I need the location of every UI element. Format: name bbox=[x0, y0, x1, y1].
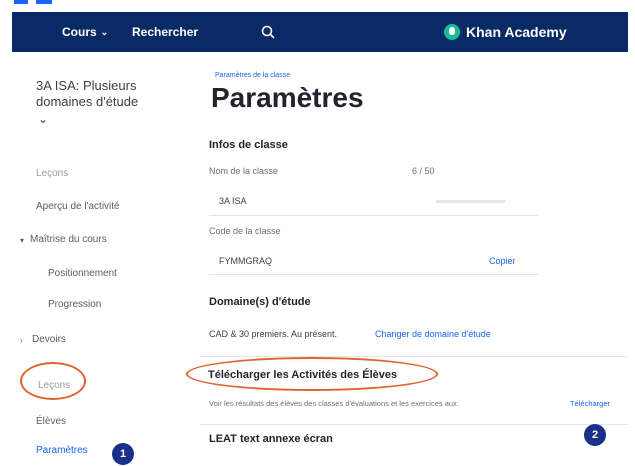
divider bbox=[200, 424, 628, 425]
copy-code-button[interactable]: Copier bbox=[489, 256, 516, 266]
class-name-counter: 6 / 50 bbox=[412, 166, 435, 176]
brand-name: Khan Academy bbox=[466, 24, 567, 40]
class-name: 3A ISA: Plusieurs domaines d'étude bbox=[36, 78, 139, 109]
sidebar-item-lessons[interactable]: Leçons bbox=[36, 168, 68, 179]
search-icon[interactable] bbox=[260, 24, 276, 40]
highlight-circle-sidebar bbox=[20, 362, 86, 400]
search-label: Rechercher bbox=[132, 25, 199, 39]
top-fragment bbox=[14, 0, 28, 4]
courses-label: Cours bbox=[62, 25, 97, 39]
sidebar-item-mastery[interactable]: Maîtrise du cours bbox=[30, 234, 107, 245]
annotation-badge-2: 2 bbox=[584, 424, 606, 446]
sidebar-item-progress[interactable]: Progression bbox=[48, 299, 101, 310]
breadcrumb[interactable]: Paramètres de la classe bbox=[215, 72, 290, 79]
sidebar-item-students[interactable]: Élèves bbox=[36, 416, 66, 427]
domains-value: CAD & 30 premiers. Au présent. bbox=[209, 329, 338, 339]
class-code-label: Code de la classe bbox=[209, 226, 281, 236]
khan-academy-logo[interactable]: Khan Academy bbox=[444, 12, 567, 52]
sidebar-item-assignments[interactable]: Devoirs bbox=[32, 334, 66, 345]
sidebar-item-activity[interactable]: Aperçu de l'activité bbox=[36, 201, 120, 212]
download-link[interactable]: Télécharger bbox=[570, 399, 610, 408]
chevron-down-icon[interactable]: ⌄ bbox=[38, 112, 48, 126]
chevron-down-icon: ⌄ bbox=[100, 26, 109, 37]
field-hint bbox=[436, 200, 506, 203]
chevron-down-icon[interactable]: ▾ bbox=[20, 236, 24, 245]
courses-menu-button[interactable]: Cours ⌄ bbox=[62, 12, 108, 52]
sidebar-item-settings[interactable]: Paramètres bbox=[36, 445, 88, 456]
search-button[interactable]: Rechercher bbox=[132, 12, 198, 52]
sidebar-item-placement[interactable]: Positionnement bbox=[48, 268, 117, 279]
domains-heading: Domaine(s) d'étude bbox=[209, 296, 311, 308]
change-domain-link[interactable]: Changer de domaine d'étude bbox=[375, 329, 491, 339]
class-info-heading: Infos de classe bbox=[209, 139, 288, 151]
class-name-label: Nom de la classe bbox=[209, 166, 279, 176]
top-fragment bbox=[36, 0, 52, 4]
chevron-right-icon[interactable]: › bbox=[20, 336, 23, 345]
annotation-badge-1: 1 bbox=[112, 443, 134, 465]
divider bbox=[200, 356, 628, 357]
top-navbar: Cours ⌄ Rechercher Khan Academy bbox=[12, 12, 628, 52]
download-description: Voir les résultats des élèves des classe… bbox=[209, 399, 459, 408]
page-title: Paramètres bbox=[211, 82, 364, 113]
next-section-heading: LEAT text annexe écran bbox=[209, 433, 333, 445]
class-name-value: 3A ISA bbox=[219, 196, 247, 206]
class-code-value: FYMMGRAQ bbox=[219, 256, 272, 266]
highlight-circle-download bbox=[186, 357, 438, 391]
khan-leaf-icon bbox=[444, 24, 460, 40]
